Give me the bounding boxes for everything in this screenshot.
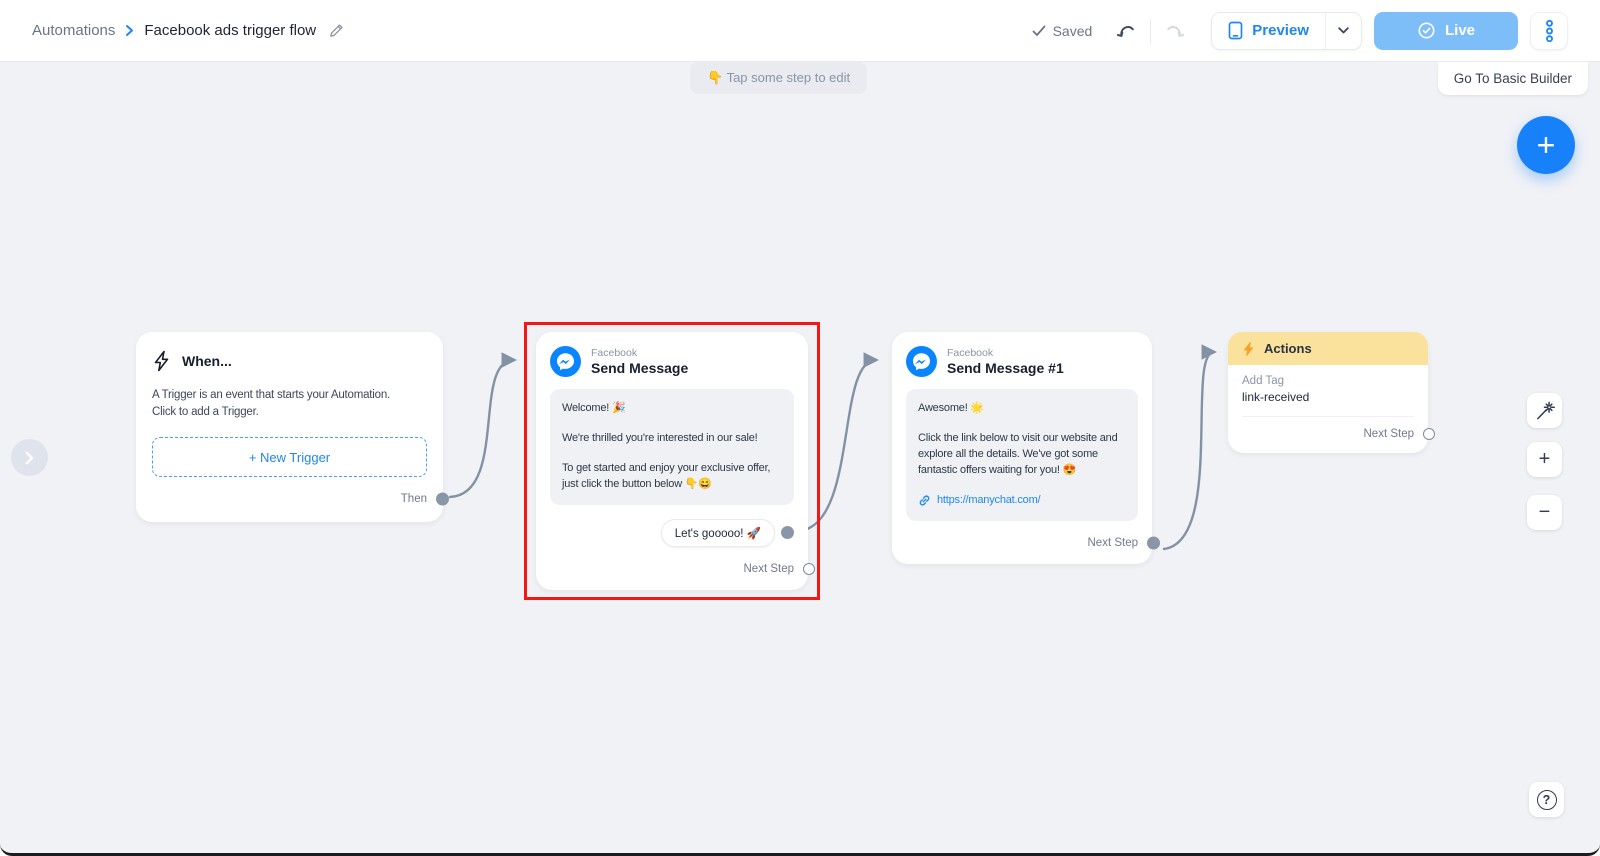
- preview-split-button: Preview: [1211, 12, 1362, 50]
- saved-status: Saved: [1032, 23, 1093, 39]
- lightning-icon: [152, 350, 171, 372]
- check-icon: [1032, 25, 1046, 37]
- trigger-description: A Trigger is an event that starts your A…: [152, 387, 427, 420]
- message-paragraph: Click the link below to visit our websit…: [918, 431, 1126, 479]
- action-tag-value: link-received: [1242, 390, 1414, 404]
- minus-icon: −: [1539, 501, 1551, 524]
- message-paragraph: We're thrilled you're interested in our …: [562, 431, 782, 447]
- preview-label: Preview: [1252, 22, 1309, 39]
- divider: [1150, 19, 1151, 43]
- saved-label: Saved: [1053, 23, 1093, 39]
- live-toggle-button[interactable]: Live: [1374, 12, 1518, 50]
- check-circle-icon: [1417, 21, 1436, 40]
- top-bar: Automations Facebook ads trigger flow Sa…: [0, 0, 1600, 62]
- next-step-connector-dot[interactable]: [803, 563, 815, 575]
- messenger-icon: [550, 346, 581, 377]
- plus-icon: +: [1537, 127, 1556, 164]
- question-icon: ?: [1537, 790, 1557, 810]
- send-message-1-step-card[interactable]: Facebook Send Message #1 Awesome! 🌟 Clic…: [892, 332, 1152, 564]
- tap-step-hint: 👇 Tap some step to edit: [690, 62, 867, 94]
- actions-step-card[interactable]: Actions Add Tag link-received Next Step: [1228, 332, 1428, 453]
- more-menu-button[interactable]: [1530, 12, 1568, 50]
- flow-title[interactable]: Facebook ads trigger flow: [144, 22, 316, 39]
- next-step-label: Next Step: [1364, 428, 1415, 440]
- channel-label: Facebook: [591, 347, 688, 359]
- send-message-step-card[interactable]: Facebook Send Message Welcome! 🎉 We're t…: [536, 332, 808, 590]
- next-step-label: Next Step: [744, 563, 795, 575]
- new-trigger-button[interactable]: + New Trigger: [152, 437, 427, 477]
- chevron-right-icon: [125, 24, 134, 37]
- chevron-right-icon: [25, 451, 34, 465]
- messenger-icon: [906, 346, 937, 377]
- phone-icon: [1228, 21, 1243, 40]
- step-title: Send Message: [591, 360, 688, 376]
- wire-next-step-to-actions: [1164, 352, 1214, 549]
- divider: [1242, 416, 1414, 417]
- sidebar-expand-handle[interactable]: [11, 439, 48, 476]
- go-to-basic-builder-button[interactable]: Go To Basic Builder: [1438, 62, 1588, 95]
- redo-button[interactable]: [1159, 16, 1189, 46]
- next-step-label: Next Step: [1088, 537, 1139, 549]
- send-message-header: Facebook Send Message: [550, 346, 794, 377]
- message-paragraph: Awesome! 🌟: [918, 401, 1126, 417]
- trigger-card-title: When...: [182, 353, 232, 369]
- message-bubble[interactable]: Welcome! 🎉 We're thrilled you're interes…: [550, 389, 794, 505]
- topbar-actions: Saved Preview: [1032, 12, 1568, 50]
- message-bubble[interactable]: Awesome! 🌟 Click the link below to visit…: [906, 389, 1138, 521]
- link-icon: [918, 494, 931, 507]
- help-button[interactable]: ?: [1529, 782, 1564, 817]
- action-type-label: Add Tag: [1242, 375, 1414, 387]
- then-label: Then: [401, 493, 427, 505]
- trigger-step-card[interactable]: When... A Trigger is an event that start…: [136, 332, 443, 522]
- quick-reply-row: Let's gooooo! 🚀: [550, 519, 794, 547]
- then-connector-dot[interactable]: [436, 493, 449, 506]
- breadcrumb-automations[interactable]: Automations: [32, 22, 115, 39]
- actions-card-body: Add Tag link-received Next Step: [1228, 365, 1428, 453]
- live-label: Live: [1445, 22, 1475, 39]
- zoom-out-button[interactable]: −: [1527, 495, 1562, 530]
- step-title: Send Message #1: [947, 360, 1064, 376]
- lightning-icon: [1242, 341, 1255, 357]
- undo-icon: [1115, 19, 1139, 43]
- button-connector-dot[interactable]: [781, 526, 794, 539]
- plus-icon: +: [1539, 448, 1551, 471]
- link-row[interactable]: https://manychat.com/: [918, 493, 1126, 509]
- flow-canvas[interactable]: 👇 Tap some step to edit Go To Basic Buil…: [0, 62, 1600, 856]
- message-link[interactable]: https://manychat.com/: [937, 493, 1040, 509]
- chevron-down-icon: [1338, 27, 1349, 34]
- quick-reply-button[interactable]: Let's gooooo! 🚀: [661, 519, 775, 547]
- magic-wand-icon: [1534, 400, 1555, 421]
- edit-pencil-icon[interactable]: [328, 22, 345, 39]
- next-step-row: Next Step: [906, 536, 1138, 550]
- add-step-button[interactable]: +: [1517, 116, 1575, 174]
- send-message-1-header: Facebook Send Message #1: [906, 346, 1138, 377]
- send-message-titles: Facebook Send Message: [591, 347, 688, 376]
- next-step-connector-dot[interactable]: [1147, 536, 1160, 549]
- then-row: Then: [152, 492, 427, 506]
- message-paragraph: To get started and enjoy your exclusive …: [562, 461, 782, 493]
- undo-button[interactable]: [1112, 16, 1142, 46]
- wire-then-to-send-message: [450, 360, 514, 497]
- flow-builder-window: Automations Facebook ads trigger flow Sa…: [0, 0, 1600, 856]
- next-step-connector-dot[interactable]: [1423, 428, 1435, 440]
- zoom-in-button[interactable]: +: [1527, 442, 1562, 477]
- trigger-card-header: When...: [152, 350, 427, 372]
- channel-label: Facebook: [947, 347, 1064, 359]
- breadcrumb: Automations Facebook ads trigger flow: [32, 22, 345, 39]
- send-message-1-titles: Facebook Send Message #1: [947, 347, 1064, 376]
- preview-button[interactable]: Preview: [1212, 13, 1325, 49]
- preview-dropdown-button[interactable]: [1325, 13, 1361, 49]
- next-step-row: Next Step: [550, 562, 794, 576]
- kebab-dots-icon: [1545, 19, 1554, 43]
- actions-card-title: Actions: [1264, 341, 1312, 356]
- redo-icon: [1162, 19, 1186, 43]
- actions-card-header: Actions: [1228, 332, 1428, 365]
- message-paragraph: Welcome! 🎉: [562, 401, 782, 417]
- auto-arrange-button[interactable]: [1527, 393, 1562, 428]
- next-step-row: Next Step: [1242, 427, 1414, 441]
